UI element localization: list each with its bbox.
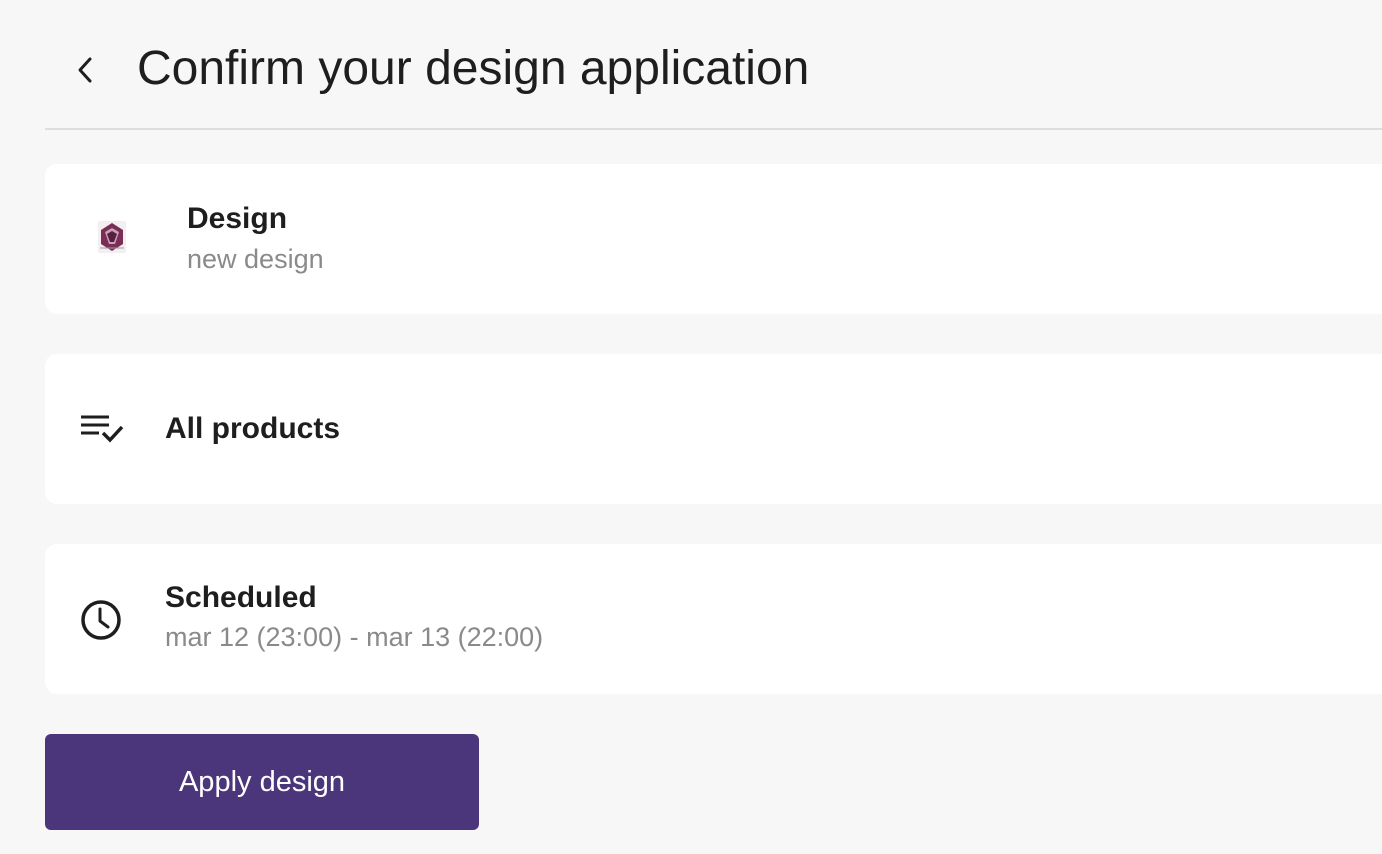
schedule-title: Scheduled	[165, 581, 317, 614]
chevron-left-icon	[78, 57, 92, 83]
products-scope-label: All products	[165, 412, 341, 445]
page-title: Confirm your design application	[137, 42, 810, 95]
confirm-design-page: Confirm your design application Design n…	[0, 0, 1382, 854]
schedule-range: mar 12 (23:00) - mar 13 (22:00)	[165, 622, 544, 652]
design-title: Design	[187, 202, 288, 235]
schedule-card: Scheduled mar 12 (23:00) - mar 13 (22:00…	[45, 544, 1382, 694]
products-card: All products	[45, 354, 1382, 504]
page-header: Confirm your design application	[45, 0, 1382, 130]
playlist-check-icon	[81, 415, 124, 443]
design-card: Design new design	[45, 164, 1382, 314]
design-thumbnail-icon	[98, 221, 126, 253]
apply-design-button[interactable]: Apply design	[45, 734, 479, 830]
clock-icon	[81, 600, 121, 640]
back-button[interactable]	[63, 45, 107, 95]
design-name: new design	[187, 244, 324, 274]
